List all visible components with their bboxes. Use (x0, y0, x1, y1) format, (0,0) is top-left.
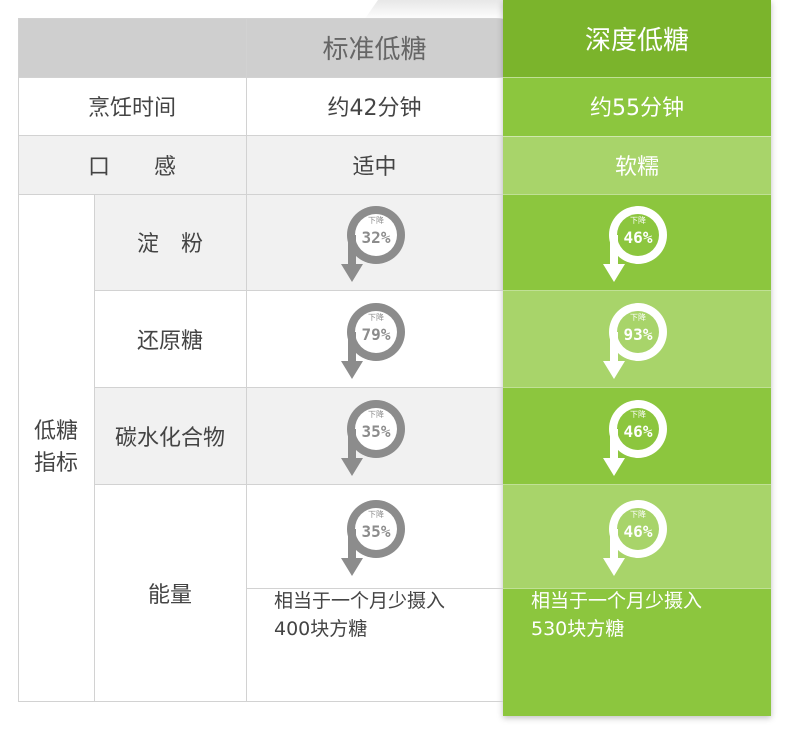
cook-time-standard: 约42分钟 (327, 96, 422, 121)
energy-note-standard: 相当于一个月少摄入 400块方糖 (246, 588, 503, 701)
down-arrow-percent-icon: 下降 46% (603, 206, 667, 282)
down-arrow-percent-icon: 下降 46% (603, 399, 667, 476)
indicator-label-energy: 能量 (147, 582, 192, 608)
badge-value: 35% (361, 422, 390, 441)
badge-value: 46% (624, 228, 653, 247)
indicator-label-reducing-sugar: 还原糖 (136, 328, 203, 354)
badge-value: 46% (624, 422, 653, 441)
badge-value: 93% (624, 325, 653, 344)
down-arrow-percent-icon: 下降 93% (603, 302, 667, 379)
badge-cell: 下降 46% (503, 387, 771, 484)
badge-tag: 下降 (368, 509, 384, 519)
energy-note-line1: 相当于一个月少摄入 (274, 590, 446, 612)
down-arrow-percent-icon: 下降 35% (340, 399, 405, 476)
badge-cell: 下降 46% (503, 194, 771, 290)
badge-tag: 下降 (368, 312, 384, 322)
badge-cell: 下降 35% (246, 484, 503, 588)
indicator-label-starch: 淀 粉 (136, 232, 203, 257)
badge-value: 46% (624, 522, 653, 541)
header-deep-low-sugar: 深度低糖 (584, 26, 689, 56)
cook-time-deep: 约55分钟 (590, 96, 684, 121)
badge-cell: 下降 79% (246, 290, 503, 387)
down-arrow-percent-icon: 下降 35% (340, 500, 405, 576)
down-arrow-percent-icon: 下降 46% (603, 500, 667, 576)
energy-note-deep: 相当于一个月少摄入 530块方糖 (503, 588, 771, 701)
header-standard-low-sugar: 标准低糖 (322, 35, 427, 65)
badge-value: 32% (361, 228, 390, 247)
energy-note-line2: 530块方糖 (531, 617, 625, 640)
energy-note-line2: 400块方糖 (274, 617, 368, 640)
badge-cell: 下降 32% (246, 194, 503, 290)
badge-cell: 下降 35% (246, 387, 503, 484)
badge-tag: 下降 (368, 215, 384, 225)
badge-tag: 下降 (368, 409, 384, 419)
energy-note-line1: 相当于一个月少摄入 (531, 590, 703, 612)
taste-label: 口 感 (87, 155, 176, 180)
badge-tag: 下降 (630, 215, 646, 225)
badge-cell: 下降 46% (503, 484, 771, 588)
badge-tag: 下降 (630, 409, 646, 419)
badge-value: 79% (361, 325, 390, 344)
grid-line (18, 701, 503, 702)
cook-time-label: 烹饪时间 (87, 96, 176, 121)
taste-standard: 适中 (352, 155, 397, 180)
category-line-1: 低糖 (33, 418, 78, 444)
down-arrow-percent-icon: 下降 79% (340, 302, 405, 379)
badge-tag: 下降 (630, 312, 646, 322)
category-line-2: 指标 (33, 450, 78, 476)
down-arrow-percent-icon: 下降 32% (340, 206, 405, 282)
badge-cell: 下降 93% (503, 290, 771, 387)
badge-value: 35% (361, 522, 390, 541)
indicator-label-carbohydrate: 碳水化合物 (114, 425, 225, 451)
taste-deep: 软糯 (614, 155, 659, 180)
low-sugar-indicator-category: 低糖 指标 (18, 194, 94, 701)
badge-tag: 下降 (630, 509, 646, 519)
